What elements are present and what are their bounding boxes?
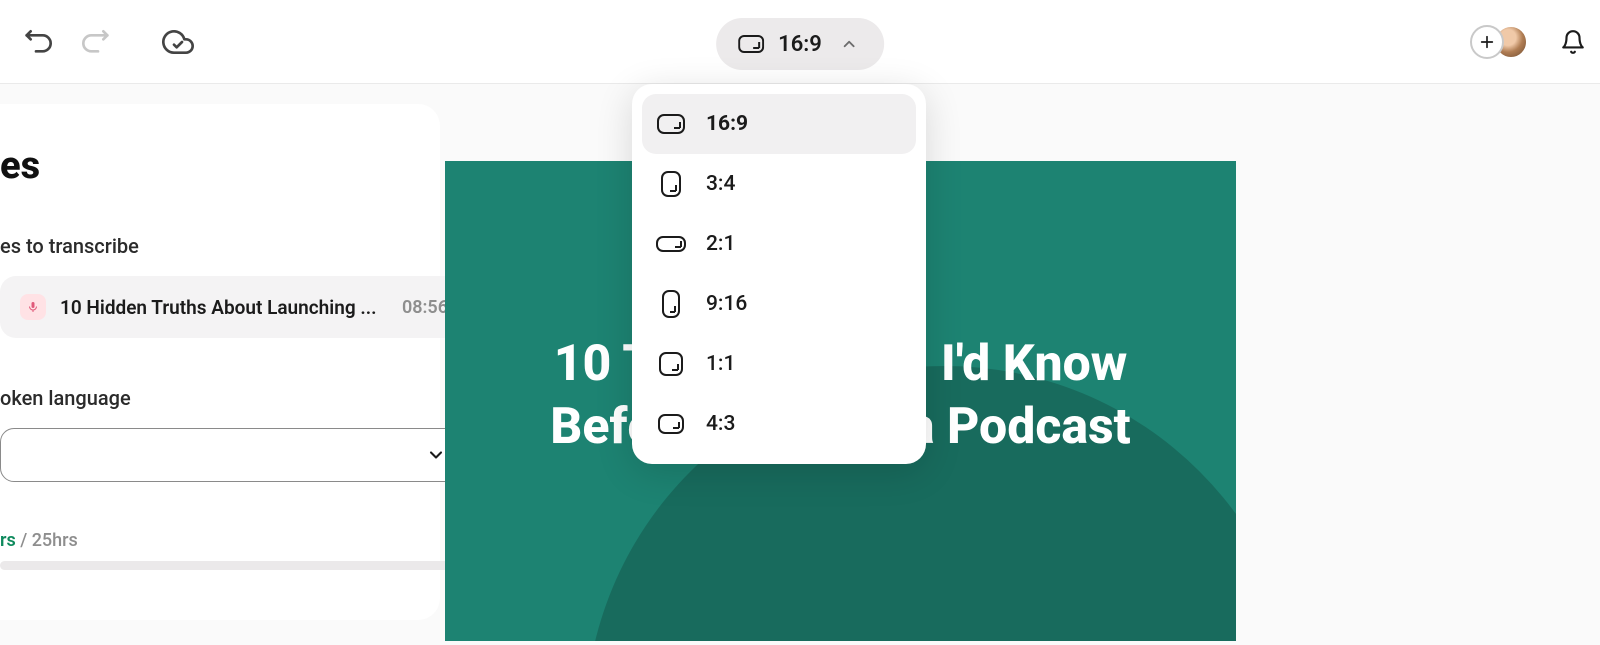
notifications-button[interactable]: [1556, 25, 1590, 59]
add-collaborator-button[interactable]: [1470, 25, 1504, 59]
redo-button[interactable]: [78, 26, 110, 58]
ratio-option-label: 3:4: [706, 172, 735, 196]
ratio-option-label: 2:1: [706, 232, 735, 256]
ratio-wide-icon: [656, 114, 686, 134]
aspect-ratio-menu: 16:9 3:4 2:1 9:16 1:1: [632, 84, 926, 464]
ratio-option-label: 9:16: [706, 292, 747, 316]
chevron-down-icon: [426, 445, 446, 465]
ratio-option-16-9[interactable]: 16:9: [642, 94, 916, 154]
ratio-option-label: 16:9: [706, 112, 748, 136]
mic-icon: [20, 294, 46, 320]
ratio-option-label: 4:3: [706, 412, 735, 436]
ratio-square-icon: [656, 352, 686, 376]
ratio-wide-icon: [656, 236, 686, 252]
ratio-wide-icon: [656, 414, 686, 434]
aspect-ratio-pill[interactable]: 16:9: [716, 18, 884, 70]
ratio-option-label: 1:1: [706, 352, 735, 376]
toolbar-left-group: [0, 26, 194, 58]
quota-used: rs: [0, 530, 16, 551]
ratio-option-4-3[interactable]: 4:3: [642, 394, 916, 454]
top-toolbar: 16:9: [0, 0, 1600, 84]
aspect-ratio-label: 16:9: [778, 32, 822, 57]
ratio-tall-icon: [656, 290, 686, 318]
ratio-tall-icon: [656, 171, 686, 197]
ratio-option-2-1[interactable]: 2:1: [642, 214, 916, 274]
workspace-area: es es to transcribe 10 Hidden Truths Abo…: [0, 84, 1600, 645]
file-duration: 08:56: [402, 297, 448, 318]
collaborators-group: [1470, 25, 1528, 59]
ratio-option-1-1[interactable]: 1:1: [642, 334, 916, 394]
quota-progress-bar: [0, 561, 463, 570]
ratio-option-9-16[interactable]: 9:16: [642, 274, 916, 334]
transcribe-file-chip[interactable]: 10 Hidden Truths About Launching ... 08:…: [0, 276, 468, 338]
chevron-up-icon: [840, 35, 858, 53]
file-name: 10 Hidden Truths About Launching ...: [60, 296, 388, 319]
files-section-label: es to transcribe: [0, 234, 400, 258]
undo-button[interactable]: [24, 26, 56, 58]
cloud-sync-button[interactable]: [162, 26, 194, 58]
language-section-label: oken language: [0, 386, 400, 410]
transcribe-panel: es es to transcribe 10 Hidden Truths Abo…: [0, 104, 440, 620]
panel-title: es: [0, 144, 400, 188]
quota-text: rs / 25hrs: [0, 530, 400, 551]
toolbar-right-group: [1470, 0, 1600, 83]
language-select[interactable]: [0, 428, 465, 482]
quota-total: / 25hrs: [16, 530, 78, 551]
aspect-ratio-icon: [738, 35, 764, 53]
ratio-option-3-4[interactable]: 3:4: [642, 154, 916, 214]
